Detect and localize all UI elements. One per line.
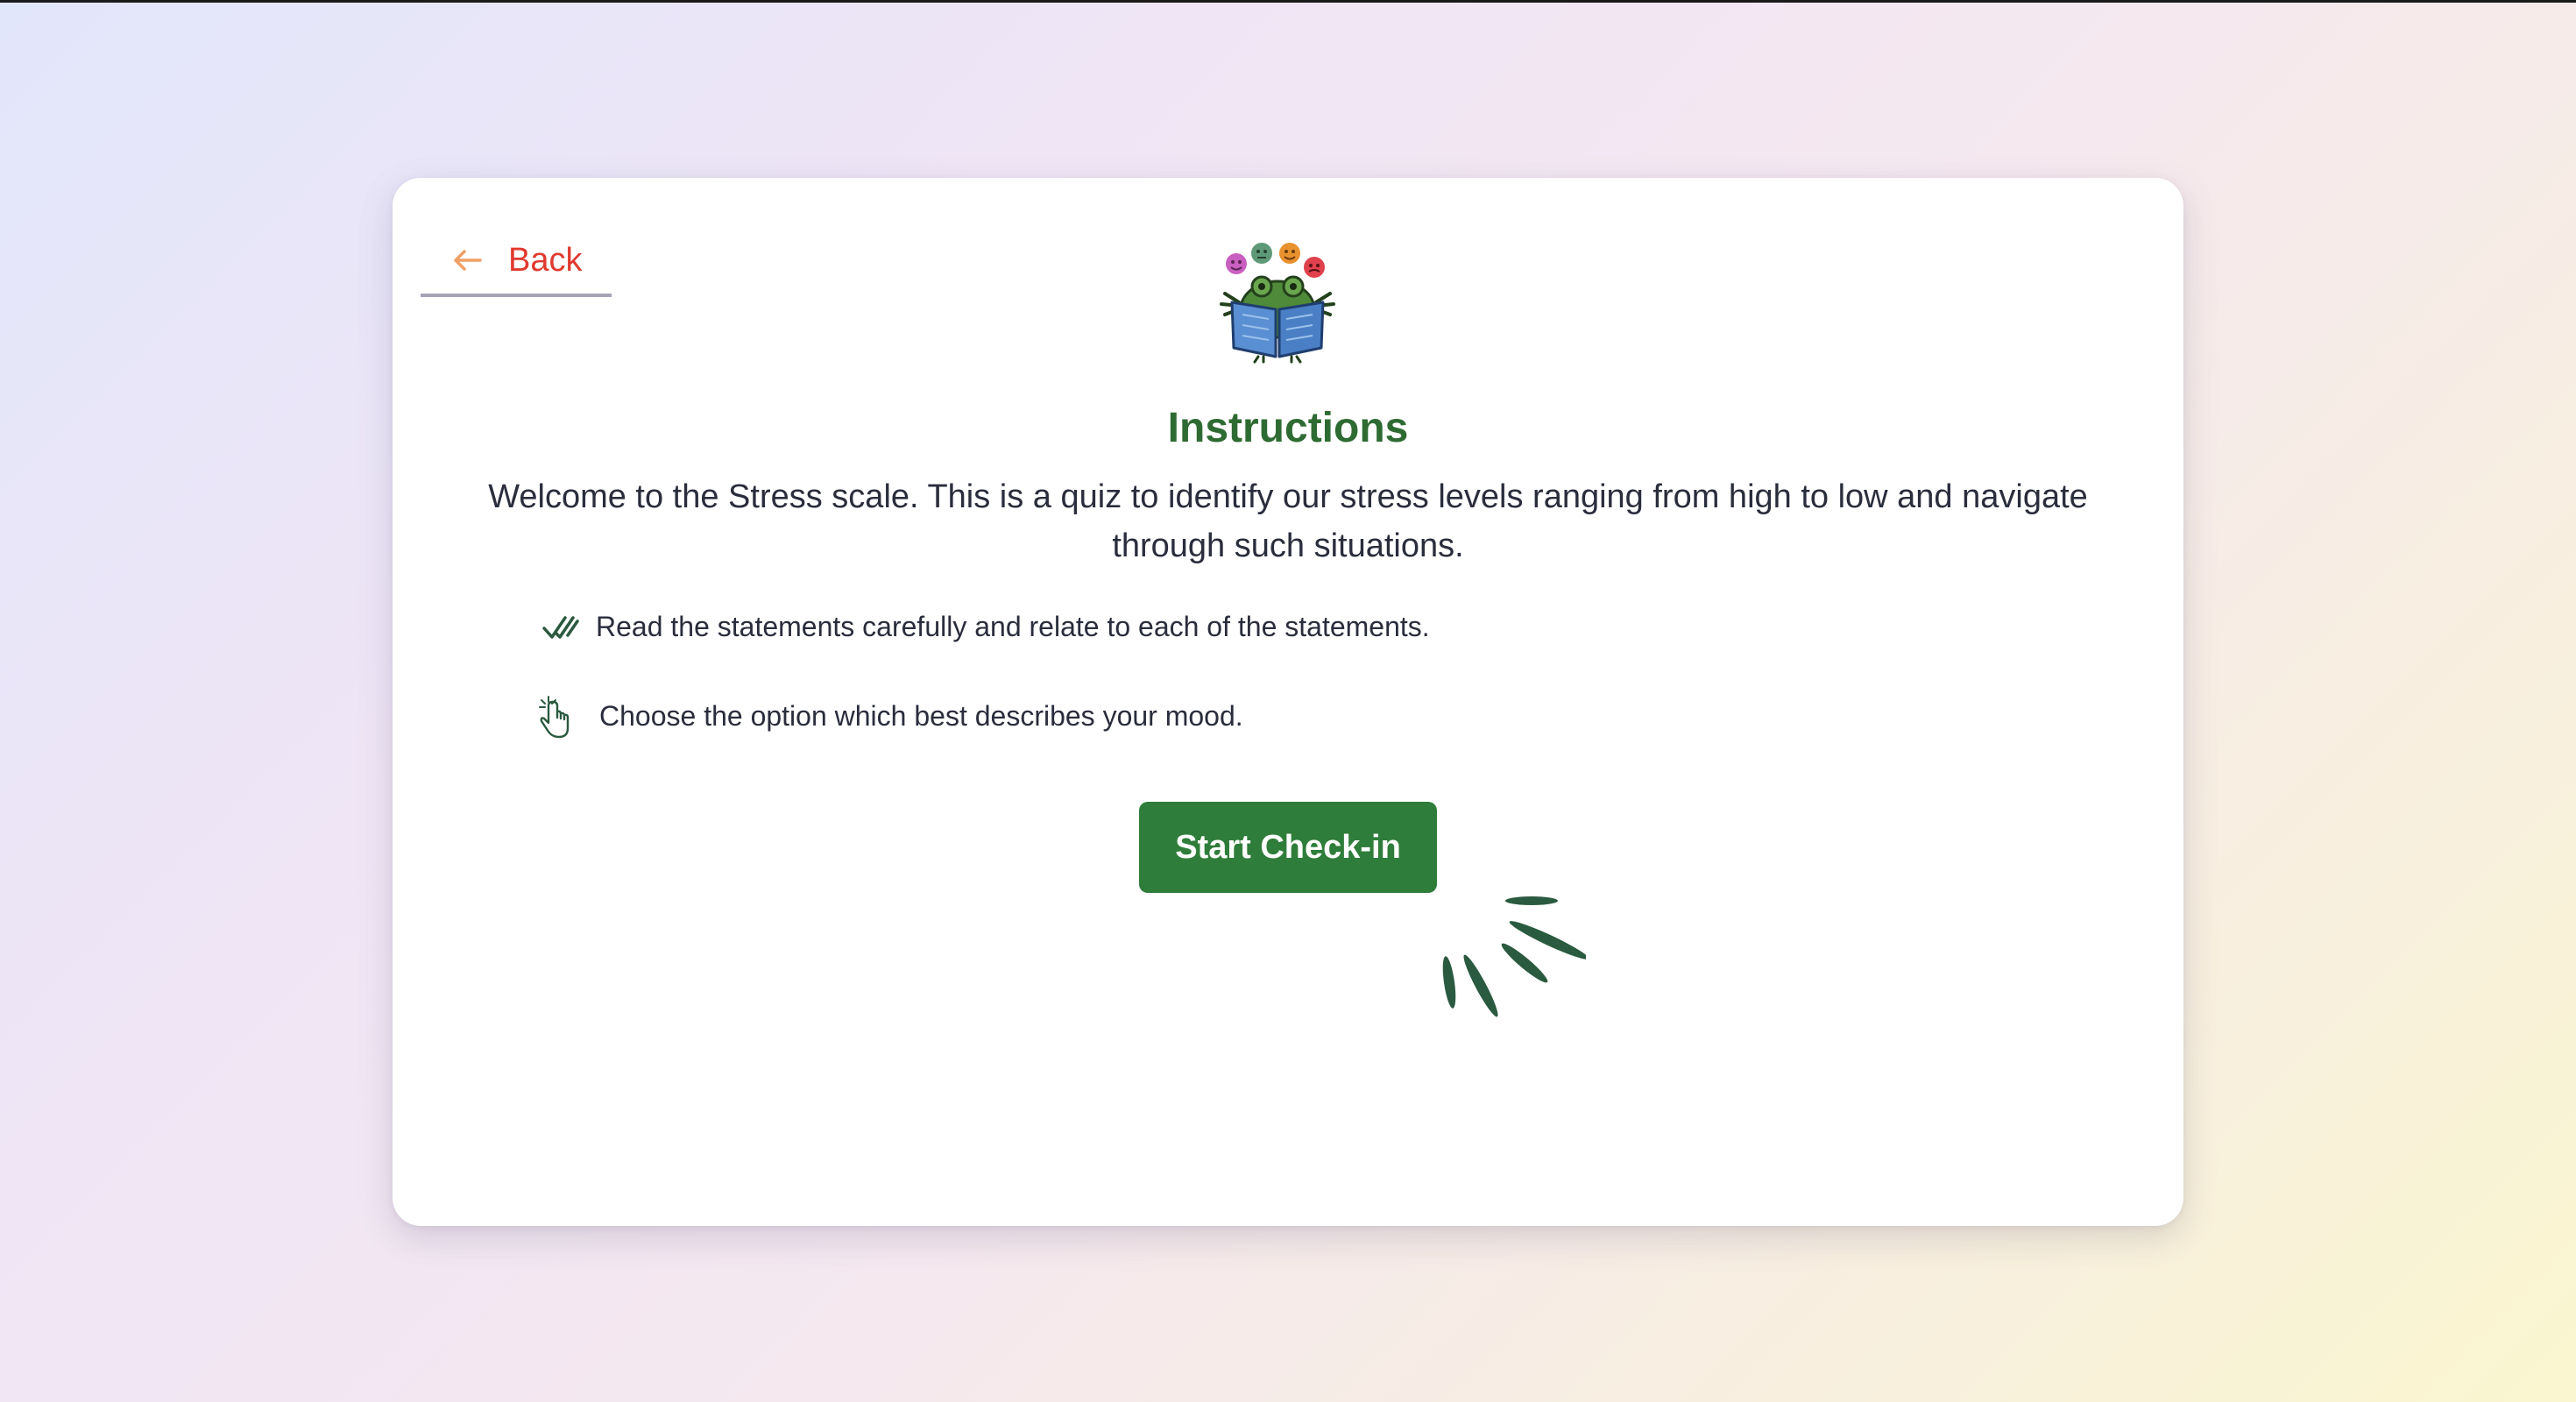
browser-top-edge (0, 0, 2576, 3)
start-check-in-button[interactable]: Start Check-in (1139, 802, 1437, 893)
frog-reading-book-icon (1220, 243, 1335, 364)
tap-hand-icon (539, 696, 570, 739)
back-label: Back (508, 241, 583, 279)
double-check-icon (542, 615, 579, 639)
instructions-card: Back Instructions Welcome to the Stress (393, 178, 2183, 1226)
intro-text: Welcome to the Stress scale. This is a q… (488, 478, 2088, 564)
instruction-text: Choose the option which best describes y… (599, 699, 1243, 732)
instruction-text: Read the statements carefully and relate… (596, 611, 1430, 642)
spinner-icon (1442, 896, 1586, 1017)
instruction-item: Read the statements carefully and relate… (541, 611, 1430, 643)
page-title: Instructions (1167, 405, 1409, 451)
back-button[interactable]: Back (421, 227, 612, 297)
arrow-left-icon (454, 250, 482, 271)
instruction-item: Choose the option which best describes y… (536, 691, 1243, 740)
